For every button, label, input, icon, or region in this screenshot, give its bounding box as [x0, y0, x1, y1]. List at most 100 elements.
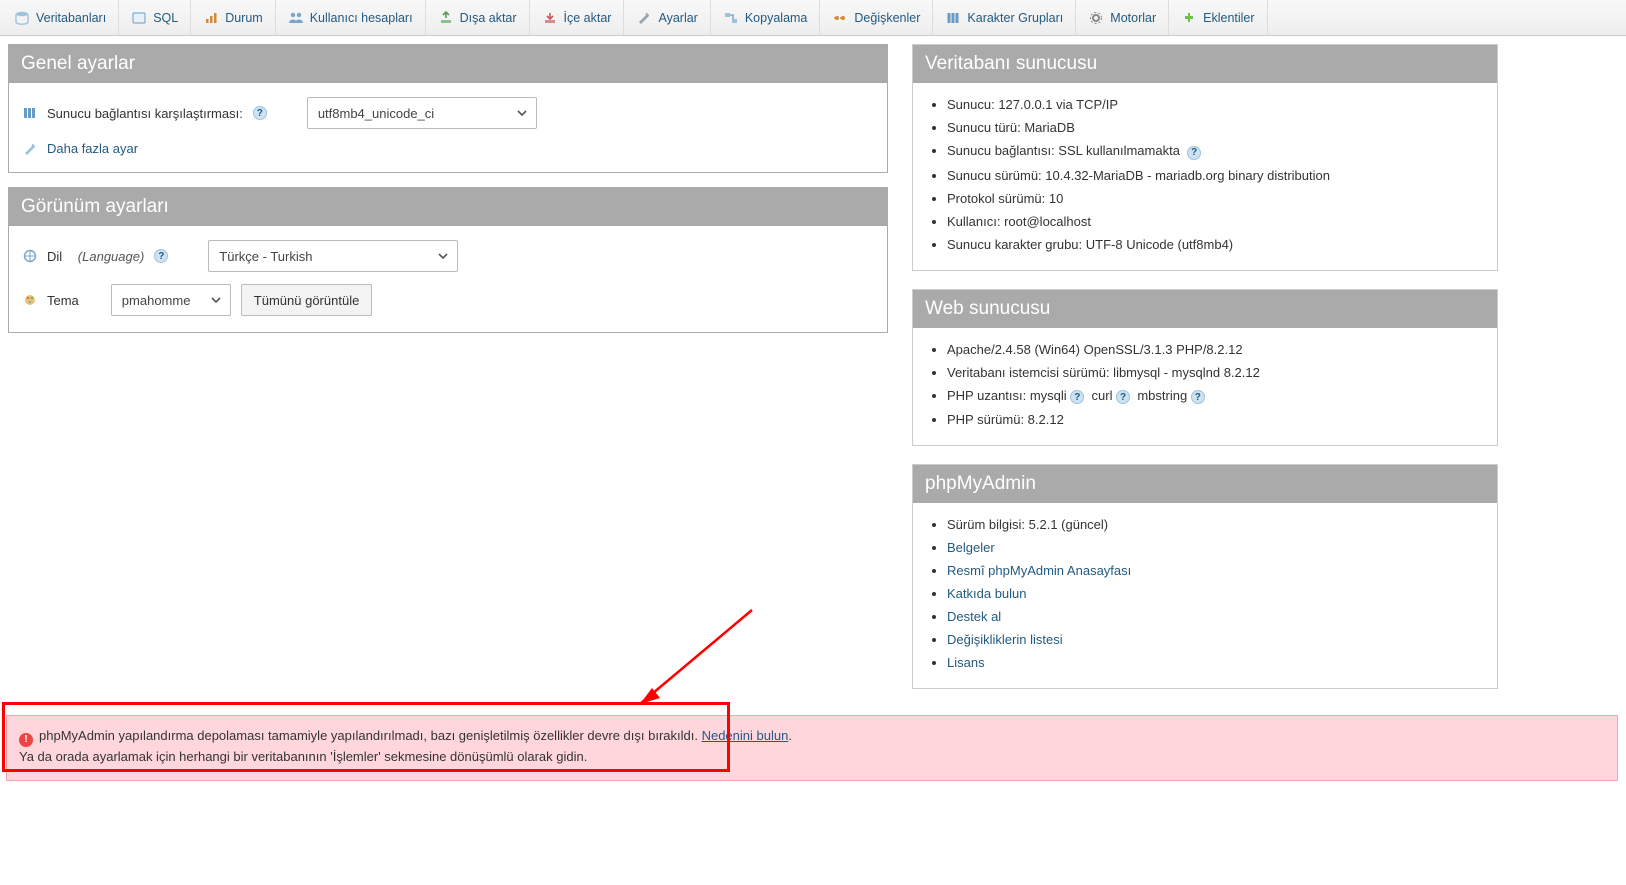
list-item: Sunucu sürümü: 10.4.32-MariaDB - mariadb…	[947, 164, 1487, 187]
language-select[interactable]: Türkçe - Turkish	[208, 240, 458, 272]
phpmyadmin-panel: phpMyAdmin Sürüm bilgisi: 5.2.1 (güncel)…	[912, 464, 1498, 689]
list-item: Sunucu türü: MariaDB	[947, 116, 1487, 139]
tab-status[interactable]: Durum	[191, 0, 276, 35]
help-icon[interactable]: ?	[1191, 390, 1205, 404]
find-out-why-link[interactable]: Nedenini bulun	[702, 728, 789, 743]
more-settings-link[interactable]: Daha fazla ayar	[47, 141, 138, 156]
main-content: Genel ayarlar Sunucu bağlantısı karşılaş…	[0, 36, 1626, 715]
list-item: Protokol sürümü: 10	[947, 187, 1487, 210]
list-item: Kullanıcı: root@localhost	[947, 210, 1487, 233]
tab-label: Durum	[225, 11, 263, 25]
collation-select[interactable]: utf8mb4_unicode_ci	[307, 97, 537, 129]
list-item: Apache/2.4.58 (Win64) OpenSSL/3.1.3 PHP/…	[947, 338, 1487, 361]
tab-label: İçe aktar	[564, 11, 612, 25]
export-icon	[438, 10, 454, 26]
tab-label: Dışa aktar	[460, 11, 517, 25]
plugin-icon	[1181, 10, 1197, 26]
tab-plugins[interactable]: Eklentiler	[1169, 0, 1267, 35]
list-item: Belgeler	[947, 536, 1487, 559]
tab-import[interactable]: İçe aktar	[530, 0, 625, 35]
tab-export[interactable]: Dışa aktar	[426, 0, 530, 35]
select-value: pmahomme	[122, 293, 191, 308]
panel-title: Web sunucusu	[913, 290, 1497, 328]
left-column: Genel ayarlar Sunucu bağlantısı karşılaş…	[8, 44, 888, 707]
tab-variables[interactable]: Değişkenler	[820, 0, 933, 35]
tab-databases[interactable]: Veritabanları	[2, 0, 119, 35]
sql-icon	[131, 10, 147, 26]
view-all-button[interactable]: Tümünü görüntüle	[241, 284, 373, 316]
config-storage-alert: ! phpMyAdmin yapılandırma depolaması tama…	[6, 715, 1618, 781]
list-item: Resmî phpMyAdmin Anasayfası	[947, 559, 1487, 582]
pma-link-changelog[interactable]: Değişikliklerin listesi	[947, 632, 1063, 647]
replication-icon	[723, 10, 739, 26]
tab-label: Ayarlar	[658, 11, 697, 25]
variables-icon	[832, 10, 848, 26]
help-icon[interactable]: ?	[154, 249, 168, 263]
list-item: Destek al	[947, 605, 1487, 628]
tab-label: Karakter Grupları	[967, 11, 1063, 25]
pma-link-docs[interactable]: Belgeler	[947, 540, 995, 555]
chevron-down-icon	[210, 294, 222, 306]
list-item: PHP uzantısı: mysqli ? curl ? mbstring ?	[947, 384, 1487, 409]
db-server-panel: Veritabanı sunucusu Sunucu: 127.0.0.1 vi…	[912, 44, 1498, 271]
alert-text-2: Ya da orada ayarlamak için herhangi bir …	[19, 749, 587, 764]
list-item: Değişikliklerin listesi	[947, 628, 1487, 651]
general-settings-panel: Genel ayarlar Sunucu bağlantısı karşılaş…	[8, 44, 888, 173]
right-column: Veritabanı sunucusu Sunucu: 127.0.0.1 vi…	[912, 44, 1618, 707]
tab-sql[interactable]: SQL	[119, 0, 191, 35]
pma-link-license[interactable]: Lisans	[947, 655, 985, 670]
panel-title: Veritabanı sunucusu	[913, 45, 1497, 83]
top-tabbar: Veritabanları SQL Durum Kullanıcı hesapl…	[0, 0, 1626, 36]
charsets-icon	[945, 10, 961, 26]
tab-replication[interactable]: Kopyalama	[711, 0, 821, 35]
collation-label: Sunucu bağlantısı karşılaştırması:	[47, 106, 243, 121]
help-icon[interactable]: ?	[253, 106, 267, 120]
tab-label: Eklentiler	[1203, 11, 1254, 25]
theme-select[interactable]: pmahomme	[111, 284, 231, 316]
status-icon	[203, 10, 219, 26]
panel-title: Genel ayarlar	[9, 45, 887, 83]
tab-charsets[interactable]: Karakter Grupları	[933, 0, 1076, 35]
list-item: Lisans	[947, 651, 1487, 674]
collation-icon	[23, 106, 37, 120]
tab-users[interactable]: Kullanıcı hesapları	[276, 0, 426, 35]
tab-label: Değişkenler	[854, 11, 920, 25]
help-icon[interactable]: ?	[1187, 146, 1201, 160]
list-item: Sunucu bağlantısı: SSL kullanılmamakta ?	[947, 139, 1487, 164]
pma-link-support[interactable]: Destek al	[947, 609, 1001, 624]
tab-label: Kopyalama	[745, 11, 808, 25]
chevron-down-icon	[516, 107, 528, 119]
panel-title: phpMyAdmin	[913, 465, 1497, 503]
pma-link-contribute[interactable]: Katkıda bulun	[947, 586, 1027, 601]
tab-label: Motorlar	[1110, 11, 1156, 25]
tab-label: Veritabanları	[36, 11, 106, 25]
list-item: Sürüm bilgisi: 5.2.1 (güncel)	[947, 513, 1487, 536]
list-item: Sunucu: 127.0.0.1 via TCP/IP	[947, 93, 1487, 116]
web-server-panel: Web sunucusu Apache/2.4.58 (Win64) OpenS…	[912, 289, 1498, 447]
gear-icon	[1088, 10, 1104, 26]
pma-link-homepage[interactable]: Resmî phpMyAdmin Anasayfası	[947, 563, 1131, 578]
panel-title: Görünüm ayarları	[9, 188, 887, 226]
tab-label: Kullanıcı hesapları	[310, 11, 413, 25]
select-value: Türkçe - Turkish	[219, 249, 312, 264]
alert-text: phpMyAdmin yapılandırma depolaması tamam…	[39, 728, 702, 743]
users-icon	[288, 10, 304, 26]
error-icon: !	[19, 733, 33, 747]
help-icon[interactable]: ?	[1116, 390, 1130, 404]
pma-list: Sürüm bilgisi: 5.2.1 (güncel) Belgeler R…	[913, 503, 1497, 688]
tab-engines[interactable]: Motorlar	[1076, 0, 1169, 35]
list-item: Katkıda bulun	[947, 582, 1487, 605]
database-icon	[14, 10, 30, 26]
theme-icon	[23, 293, 37, 307]
list-item: PHP sürümü: 8.2.12	[947, 408, 1487, 431]
appearance-settings-panel: Görünüm ayarları Dil (Language) ? Türkçe…	[8, 187, 888, 333]
language-icon	[23, 249, 37, 263]
tab-label: SQL	[153, 11, 178, 25]
theme-label: Tema	[47, 293, 79, 308]
tab-settings[interactable]: Ayarlar	[624, 0, 710, 35]
wrench-icon	[636, 10, 652, 26]
help-icon[interactable]: ?	[1070, 390, 1084, 404]
select-value: utf8mb4_unicode_ci	[318, 106, 434, 121]
list-item: Sunucu karakter grubu: UTF-8 Unicode (ut…	[947, 233, 1487, 256]
import-icon	[542, 10, 558, 26]
